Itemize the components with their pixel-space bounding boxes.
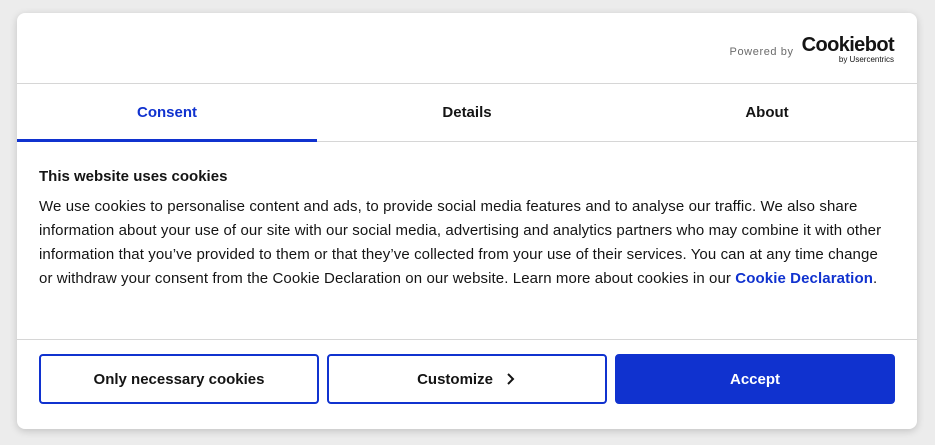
cookie-consent-dialog: Powered by Cookiebot by Usercentrics Con… <box>17 13 917 429</box>
cookiebot-logo: Cookiebot by Usercentrics <box>801 34 895 64</box>
accept-button[interactable]: Accept <box>615 354 895 404</box>
customize-label: Customize <box>417 370 493 388</box>
consent-body: This website uses cookies We use cookies… <box>17 142 917 340</box>
customize-button[interactable]: Customize <box>327 354 607 404</box>
only-necessary-label: Only necessary cookies <box>93 370 265 388</box>
action-buttons: Only necessary cookies Customize Accept <box>17 340 917 404</box>
tab-about[interactable]: About <box>617 84 917 141</box>
powered-by-cookiebot[interactable]: Powered by Cookiebot by Usercentrics <box>729 34 895 64</box>
cookie-declaration-link[interactable]: Cookie Declaration <box>735 270 873 287</box>
dialog-header: Powered by Cookiebot by Usercentrics <box>17 13 917 84</box>
accept-label: Accept <box>729 370 781 388</box>
consent-description: We use cookies to personalise content an… <box>39 195 895 291</box>
consent-period: . <box>872 270 878 287</box>
cookiebot-logo-sub: by Usercentrics <box>838 55 894 64</box>
tab-consent[interactable]: Consent <box>17 84 317 142</box>
tab-bar: Consent Details About <box>17 84 917 142</box>
tab-details[interactable]: Details <box>317 84 617 141</box>
cookiebot-logo-name: Cookiebot <box>801 34 895 56</box>
consent-heading: This website uses cookies <box>39 168 228 185</box>
powered-by-label: Powered by <box>729 46 794 58</box>
only-necessary-button[interactable]: Only necessary cookies <box>39 354 319 404</box>
chevron-right-icon <box>507 373 515 385</box>
